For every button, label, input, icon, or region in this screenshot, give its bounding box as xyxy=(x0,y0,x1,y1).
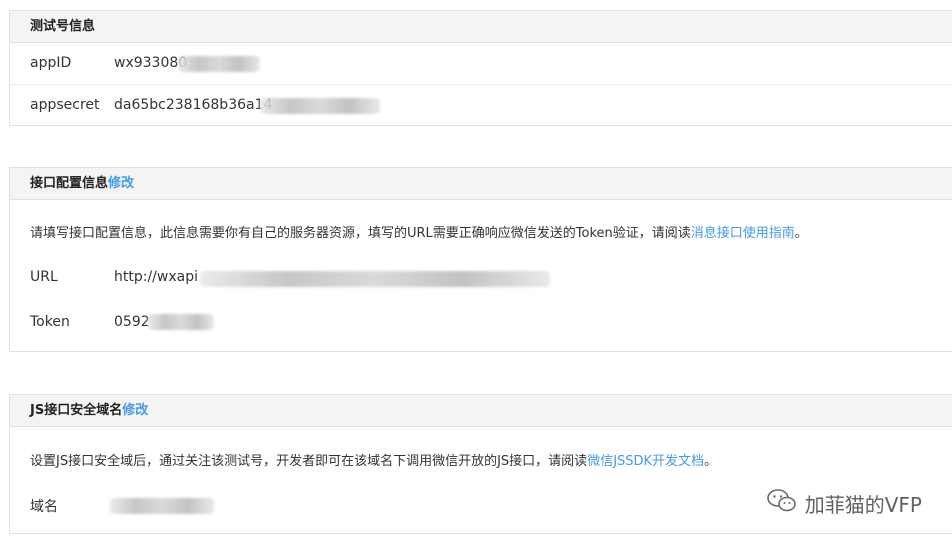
interface-config-panel: 接口配置信息修改 请填写接口配置信息，此信息需要你有自己的服务器资源，填写的UR… xyxy=(9,167,952,352)
js-domain-edit-link[interactable]: 修改 xyxy=(122,403,148,418)
interface-config-desc-period: 。 xyxy=(794,226,808,241)
token-redaction xyxy=(148,314,214,330)
appid-value: wx933080 xyxy=(114,55,188,71)
js-domain-header: JS接口安全域名修改 xyxy=(10,395,952,427)
test-account-panel: 测试号信息 appID wx933080 appsecret da65bc238… xyxy=(9,10,952,126)
interface-config-description: 请填写接口配置信息，此信息需要你有自己的服务器资源，填写的URL需要正确响应微信… xyxy=(30,222,808,241)
token-label: Token xyxy=(30,314,70,330)
interface-config-header: 接口配置信息修改 xyxy=(10,168,952,200)
interface-config-desc-text: 请填写接口配置信息，此信息需要你有自己的服务器资源，填写的URL需要正确响应微信… xyxy=(30,226,691,241)
js-domain-desc-period: 。 xyxy=(704,454,718,469)
domain-label: 域名 xyxy=(30,499,58,515)
watermark-text: 加菲猫的VFP xyxy=(804,493,922,517)
appsecret-value: da65bc238168b36a14 xyxy=(114,97,273,113)
test-account-title: 测试号信息 xyxy=(10,11,952,43)
appid-row: appID wx933080 xyxy=(10,43,952,84)
url-redaction xyxy=(200,271,550,287)
watermark: 加菲猫的VFP xyxy=(766,488,922,519)
url-label: URL xyxy=(30,269,58,285)
appsecret-row: appsecret da65bc238168b36a14 xyxy=(10,84,952,125)
js-domain-description: 设置JS接口安全域后，通过关注该测试号，开发者即可在该域名下调用微信开放的JS接… xyxy=(30,450,717,469)
appid-label: appID xyxy=(30,55,72,71)
js-domain-desc-text: 设置JS接口安全域后，通过关注该测试号，开发者即可在该域名下调用微信开放的JS接… xyxy=(30,454,588,469)
appsecret-label: appsecret xyxy=(30,97,100,113)
appid-redaction xyxy=(178,56,260,72)
token-value: 0592 xyxy=(114,314,150,330)
js-domain-title: JS接口安全域名 xyxy=(30,403,123,418)
jssdk-docs-link[interactable]: 微信JSSDK开发文档 xyxy=(587,454,704,469)
wechat-icon xyxy=(766,488,805,519)
url-value: http://wxapi xyxy=(114,269,198,285)
domain-redaction xyxy=(110,498,214,514)
message-api-guide-link[interactable]: 消息接口使用指南 xyxy=(691,226,795,241)
interface-config-title: 接口配置信息 xyxy=(30,176,109,191)
appsecret-redaction xyxy=(260,98,380,114)
interface-config-edit-link[interactable]: 修改 xyxy=(108,176,134,191)
